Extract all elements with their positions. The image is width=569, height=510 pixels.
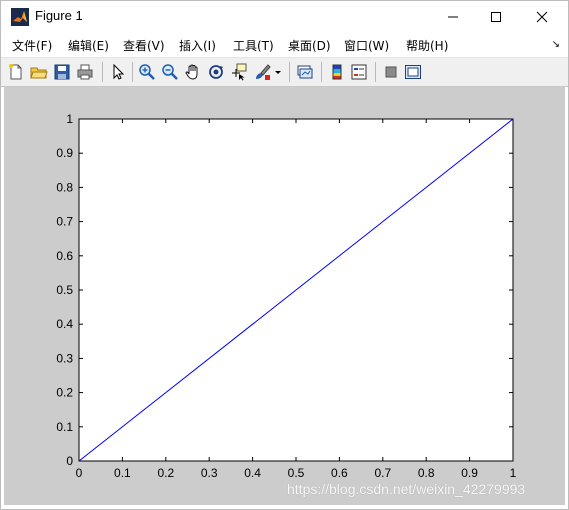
new-figure-button[interactable] (7, 63, 25, 81)
menu-bar: 文件(F) 编辑(E) 查看(V) 插入(I) 工具(T) 桌面(D) 窗口(W… (1, 33, 568, 57)
x-tick-label: 1 (510, 466, 517, 480)
toolbar-separator (321, 62, 322, 82)
figure-window: Figure 1 文件(F) 编辑(E) 查看(V) 插入(I) 工具(T) 桌… (0, 0, 569, 510)
x-tick-label: 0.1 (114, 466, 131, 480)
x-tick-label: 0.9 (461, 466, 478, 480)
zoom-in-icon (139, 64, 155, 80)
menu-help[interactable]: 帮助(H) (406, 37, 448, 54)
menu-desktop[interactable]: 桌面(D) (288, 37, 331, 54)
maximize-button[interactable] (473, 1, 519, 33)
figure-toolbar (1, 57, 568, 87)
x-tick-label: 0.8 (418, 466, 435, 480)
toolbar-separator (102, 62, 103, 82)
zoom-out-icon (162, 64, 178, 80)
brush-dropdown-button[interactable] (273, 63, 283, 81)
y-tick-label: 0.4 (56, 317, 73, 331)
y-tick-label: 0.9 (56, 146, 73, 160)
y-tick-label: 0.1 (56, 420, 73, 434)
menu-tools[interactable]: 工具(T) (233, 37, 274, 54)
y-tick-label: 0.6 (56, 249, 73, 263)
data-cursor-button[interactable] (230, 63, 248, 81)
rotate-3d-button[interactable] (207, 63, 225, 81)
save-button[interactable] (53, 63, 71, 81)
zoom-in-button[interactable] (138, 63, 156, 81)
save-icon (54, 64, 70, 80)
y-tick-label: 0.2 (56, 386, 73, 400)
print-icon (77, 64, 93, 80)
data-cursor-icon (232, 63, 247, 81)
menu-edit[interactable]: 编辑(E) (68, 37, 109, 54)
x-tick-label: 0 (76, 466, 83, 480)
window-title: Figure 1 (35, 8, 83, 23)
brush-icon (256, 64, 271, 80)
maximize-icon (491, 12, 501, 22)
link-plot-button[interactable] (296, 63, 314, 81)
hide-plot-tools-icon (385, 66, 397, 78)
brush-button[interactable] (253, 63, 271, 81)
watermark-text: https://blog.csdn.net/weixin_42279993 (287, 481, 526, 497)
x-tick-label: 0.2 (157, 466, 174, 480)
menu-file[interactable]: 文件(F) (12, 37, 52, 54)
menu-insert[interactable]: 插入(I) (179, 37, 216, 54)
x-tick-label: 0.7 (374, 466, 391, 480)
figure-canvas: 0 0.1 0.2 0.3 0.4 0.5 0.6 0.7 0.8 0.9 1 0 0.1 0.2 0.3 0… (4, 87, 565, 505)
menu-window[interactable]: 窗口(W) (344, 37, 389, 54)
y-tick-label: 0 (66, 454, 73, 468)
new-figure-icon (9, 64, 22, 80)
show-plot-tools-icon (405, 65, 421, 79)
y-tick-label: 0.7 (56, 215, 73, 229)
menu-view[interactable]: 查看(V) (123, 37, 165, 54)
menu-overflow-icon[interactable]: ↘ (552, 39, 560, 50)
link-plot-icon (297, 65, 313, 79)
toolbar-separator (132, 62, 133, 82)
y-tick-label: 0.8 (56, 180, 73, 194)
line-plot[interactable]: 0 0.1 0.2 0.3 0.4 0.5 0.6 0.7 0.8 0.9 1 0 0.1 0.2 0.3 0… (4, 87, 565, 505)
x-tick-label: 0.6 (331, 466, 348, 480)
colorbar-icon (332, 64, 342, 80)
minimize-icon (448, 16, 458, 18)
zoom-out-button[interactable] (161, 63, 179, 81)
matlab-logo-icon (11, 8, 29, 26)
show-plot-tools-button[interactable] (404, 63, 422, 81)
close-button[interactable] (519, 1, 565, 33)
x-tick-label: 0.4 (244, 466, 261, 480)
toolbar-separator (375, 62, 376, 82)
x-tick-label: 0.3 (201, 466, 218, 480)
colorbar-button[interactable] (328, 63, 346, 81)
y-tick-label: 1 (66, 112, 73, 126)
open-file-button[interactable] (30, 63, 48, 81)
pointer-button[interactable] (109, 63, 127, 81)
legend-icon (351, 64, 367, 80)
pointer-icon (113, 63, 125, 80)
y-tick-label: 0.5 (56, 283, 73, 297)
pan-button[interactable] (184, 63, 202, 81)
minimize-button[interactable] (430, 1, 476, 33)
legend-button[interactable] (350, 63, 368, 81)
close-icon (536, 11, 548, 23)
open-file-icon (30, 67, 48, 79)
pan-hand-icon (185, 64, 198, 80)
print-button[interactable] (76, 63, 94, 81)
hide-plot-tools-button[interactable] (382, 63, 400, 81)
rotate-3d-icon (209, 65, 223, 79)
toolbar-separator (289, 62, 290, 82)
title-bar[interactable]: Figure 1 (1, 1, 568, 33)
x-tick-label: 0.5 (288, 466, 305, 480)
y-tick-label: 0.3 (56, 351, 73, 365)
brush-dropdown-icon (275, 71, 281, 74)
